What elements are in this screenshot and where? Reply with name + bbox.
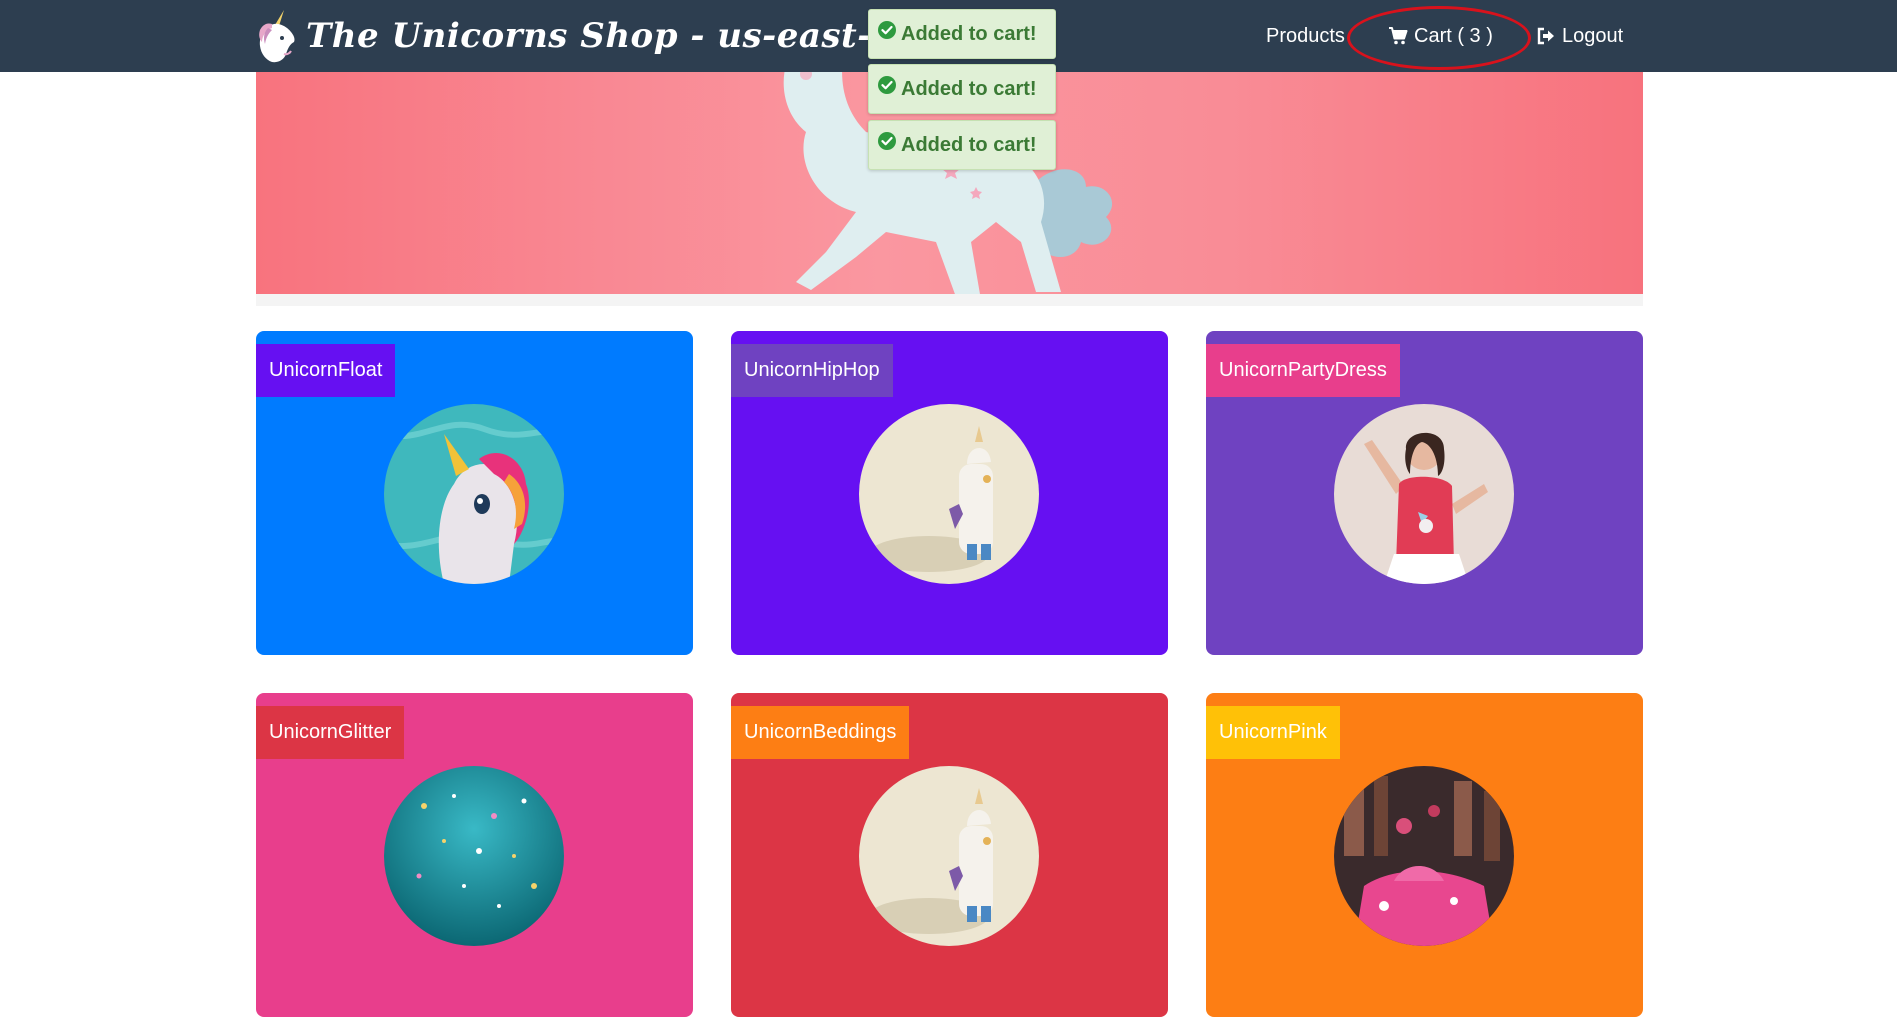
unicorn-figurine-image [859,766,1039,946]
product-name-badge: UnicornHipHop [731,344,893,397]
product-name-badge: UnicornPartyDress [1206,344,1400,397]
toast-message: Added to cart! [901,134,1037,156]
check-circle-icon [878,21,896,39]
product-image [384,766,564,946]
inflatable-unicorn-image [384,404,564,584]
girl-party-dress-image [1334,404,1514,584]
product-image [384,404,564,584]
shopping-cart-icon [1389,27,1408,45]
product-name-badge: UnicornPink [1206,706,1340,759]
toast-added-to-cart: Added to cart! [868,9,1056,59]
product-image [859,404,1039,584]
product-name-badge: UnicornFloat [256,344,396,397]
unicorn-logo-icon [259,10,295,63]
nav-logout-link[interactable]: Logout [1536,22,1623,50]
product-card-unicornfloat[interactable]: UnicornFloat [256,331,693,655]
product-card-unicornpink[interactable]: UnicornPink [1206,693,1643,1017]
unicorn-figurine-image [859,404,1039,584]
banner-divider [256,294,1643,306]
pink-market-image [1334,766,1514,946]
nav-logout-label: Logout [1562,25,1624,47]
brand-link[interactable]: The Unicorns Shop - us-east-1 [254,6,896,66]
product-image [1334,404,1514,584]
toast-message: Added to cart! [901,23,1037,45]
nav-cart-label: Cart ( 3 ) [1414,25,1493,47]
check-circle-icon [878,76,896,94]
glitter-image [384,766,564,946]
toast-added-to-cart: Added to cart! [868,120,1056,170]
product-image [1334,766,1514,946]
app-title: The Unicorns Shop - us-east-1 [306,16,897,56]
check-circle-icon [878,132,896,150]
toast-added-to-cart: Added to cart! [868,64,1056,114]
sign-out-icon [1537,27,1554,45]
product-name-badge: UnicornGlitter [256,706,405,759]
product-name-badge: UnicornBeddings [731,706,910,759]
product-card-unicornpartydress[interactable]: UnicornPartyDress [1206,331,1643,655]
nav-products-link[interactable]: Products [1266,22,1345,50]
product-card-unicornglitter[interactable]: UnicornGlitter [256,693,693,1017]
toast-message: Added to cart! [901,78,1037,100]
nav-products-label: Products [1266,25,1345,47]
product-card-unicornbeddings[interactable]: UnicornBeddings [731,693,1168,1017]
product-card-unicornhiphop[interactable]: UnicornHipHop [731,331,1168,655]
product-image [859,766,1039,946]
nav-cart-link[interactable]: Cart ( 3 ) [1388,22,1493,50]
